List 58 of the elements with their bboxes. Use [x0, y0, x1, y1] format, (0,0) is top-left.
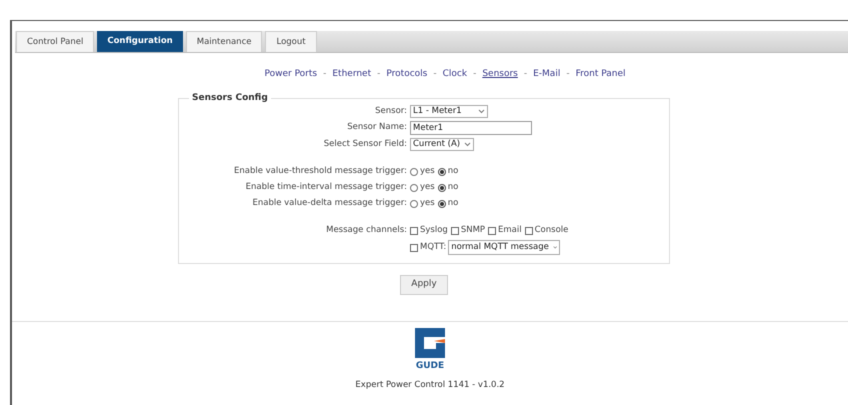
checkbox[interactable]	[410, 244, 418, 252]
select-field[interactable]: normal MQTT message	[448, 240, 560, 255]
checkbox[interactable]	[450, 226, 459, 234]
apply-button[interactable]: Apply	[400, 275, 448, 294]
field-label: Enable value-threshold message trigger:	[233, 165, 407, 178]
nav-link[interactable]: Front Panel	[576, 68, 626, 82]
separator-text: -	[323, 68, 326, 81]
nav-link[interactable]: Power Ports	[264, 68, 318, 82]
nav-link[interactable]: Protocols	[386, 68, 428, 82]
tab[interactable]: Configuration	[97, 31, 183, 52]
option-label: yes	[420, 165, 435, 178]
tab[interactable]: Maintenance	[186, 31, 262, 52]
logo-icon	[415, 328, 445, 358]
tab[interactable]: Control Panel	[16, 31, 94, 52]
select-field[interactable]: Current (A)	[410, 138, 474, 151]
select-field[interactable]: L1 - Meter1	[410, 105, 488, 118]
option-label: no	[448, 181, 458, 194]
caret-icon	[464, 142, 472, 147]
option-label: yes	[420, 181, 435, 194]
nav-link[interactable]: Clock	[442, 68, 468, 82]
text-field[interactable]: Meter1	[410, 121, 532, 135]
caret-icon	[552, 245, 558, 250]
field-label: Message channels:	[325, 224, 407, 237]
field-label: Sensor Name:	[346, 121, 407, 134]
checkbox[interactable]	[488, 226, 496, 234]
checkbox-label: Console	[534, 224, 568, 237]
separator-text: -	[566, 68, 570, 81]
checkbox-label: Syslog	[420, 224, 448, 237]
field-label: Select Sensor Field:	[322, 138, 407, 151]
tab[interactable]: Logout	[265, 31, 317, 52]
nav-link[interactable]: Ethernet	[332, 68, 372, 82]
footer-text: Expert Power Control 1141 - v1.0.2	[355, 379, 505, 392]
logo-text: GUDE	[416, 360, 444, 372]
option-label: no	[448, 197, 458, 210]
option-label: yes	[420, 197, 435, 210]
field-label: Sensor:	[374, 105, 407, 118]
radio-button[interactable]	[410, 200, 418, 208]
field-label: Enable time-interval message trigger:	[244, 181, 407, 194]
caret-icon	[478, 109, 485, 114]
nav-link[interactable]: Sensors	[482, 68, 518, 82]
checkbox-label: MQTT:	[420, 241, 446, 254]
separator-text: -	[377, 68, 380, 81]
option-label: no	[448, 165, 458, 178]
nav-link[interactable]: E-Mail	[533, 68, 560, 82]
radio-button[interactable]	[410, 184, 418, 192]
checkbox[interactable]	[410, 226, 418, 234]
section-legend: Sensors Config	[189, 92, 271, 105]
separator-text: -	[473, 68, 476, 81]
radio-button[interactable]	[410, 168, 418, 176]
checkbox[interactable]	[524, 226, 533, 234]
radio-button[interactable]	[438, 200, 446, 208]
checkbox-label: Email	[498, 224, 522, 237]
checkbox-label: SNMP	[460, 224, 486, 237]
radio-button[interactable]	[438, 184, 446, 192]
radio-button[interactable]	[438, 168, 446, 176]
separator-text: -	[433, 68, 437, 81]
field-label: Enable value-delta message trigger:	[252, 197, 407, 210]
separator-text: -	[524, 68, 528, 81]
